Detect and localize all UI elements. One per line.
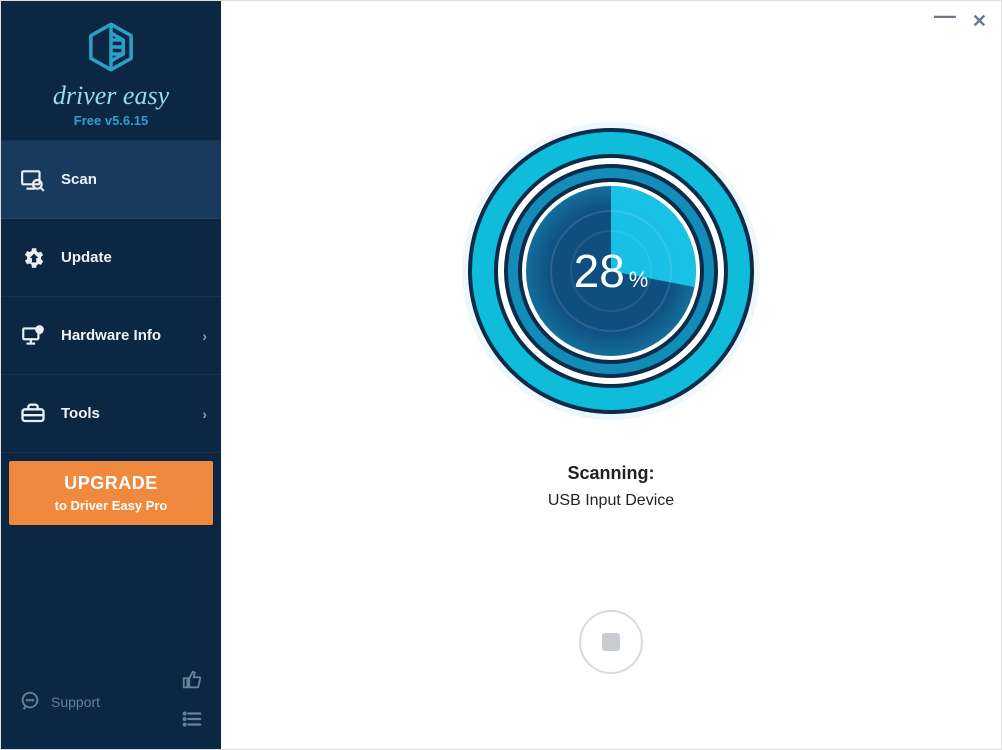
support-label: Support	[51, 694, 100, 710]
upgrade-subtitle: to Driver Easy Pro	[17, 498, 205, 513]
chevron-right-icon: ›	[202, 328, 207, 344]
upgrade-title: UPGRADE	[17, 473, 205, 494]
scan-progress-area: 28 % Scanning: USB Input Device	[461, 121, 761, 674]
brand-block: driver easy Free v5.6.15	[1, 1, 221, 140]
progress-percent: 28 %	[574, 244, 649, 298]
window-controls: — ✕	[934, 11, 987, 32]
sidebar-item-update[interactable]: Update	[1, 219, 221, 297]
upgrade-button[interactable]: UPGRADE to Driver Easy Pro	[9, 461, 213, 525]
sidebar-item-label: Update	[61, 249, 112, 266]
progress-percent-symbol: %	[629, 267, 649, 293]
sidebar-item-label: Tools	[61, 405, 100, 422]
app-logo-icon	[1, 19, 221, 75]
minimize-button[interactable]: —	[934, 11, 956, 32]
svg-text:i: i	[38, 325, 40, 334]
sidebar: driver easy Free v5.6.15 Scan	[1, 1, 221, 749]
main-content: — ✕	[221, 1, 1001, 749]
stop-icon	[602, 633, 620, 651]
sidebar-item-tools[interactable]: Tools ›	[1, 375, 221, 453]
scan-device: USB Input Device	[548, 492, 674, 510]
close-button[interactable]: ✕	[972, 11, 987, 32]
progress-ring: 28 %	[461, 121, 761, 421]
chat-icon	[19, 690, 41, 715]
support-button[interactable]: Support	[19, 690, 100, 715]
brand-version: Free v5.6.15	[1, 113, 221, 128]
scan-icon	[19, 167, 47, 193]
list-menu-icon[interactable]	[181, 708, 203, 735]
sidebar-item-hardware-info[interactable]: i Hardware Info ›	[1, 297, 221, 375]
sidebar-item-scan[interactable]: Scan	[1, 141, 221, 219]
brand-name: driver easy	[1, 81, 221, 111]
progress-number: 28	[574, 244, 625, 298]
sidebar-bottom: Support	[1, 661, 221, 749]
sidebar-nav: Scan Update i	[1, 140, 221, 453]
tools-icon	[19, 400, 47, 428]
sidebar-item-label: Hardware Info	[61, 327, 161, 344]
chevron-right-icon: ›	[202, 406, 207, 422]
stop-button[interactable]	[579, 610, 643, 674]
sidebar-spacer	[1, 533, 221, 661]
update-icon	[19, 245, 47, 271]
hardware-icon: i	[19, 323, 47, 349]
scan-title: Scanning:	[548, 463, 674, 484]
scan-status: Scanning: USB Input Device	[548, 463, 674, 510]
app-window: driver easy Free v5.6.15 Scan	[0, 0, 1002, 750]
sidebar-item-label: Scan	[61, 171, 97, 188]
thumbs-up-icon[interactable]	[181, 669, 203, 696]
